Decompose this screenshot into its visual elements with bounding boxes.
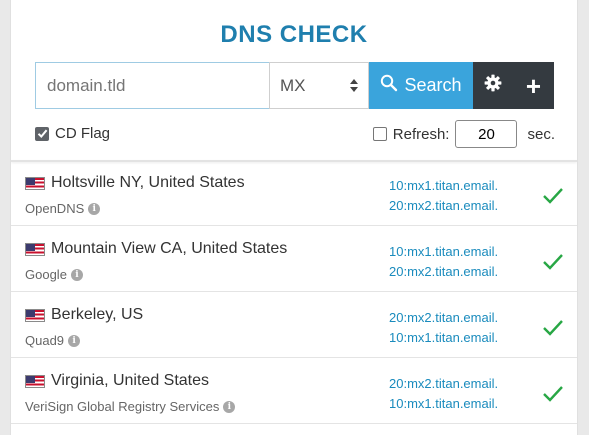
check-icon <box>542 319 564 341</box>
page-title: DNS CHECK <box>220 21 368 48</box>
result-provider: VeriSign Global Registry Services i <box>25 399 236 414</box>
refresh-option: Refresh: sec. <box>372 120 555 148</box>
settings-button[interactable] <box>473 62 513 109</box>
result-records: 20:mx2.titan.email. 10:mx1.titan.email. <box>389 308 498 348</box>
dns-check-panel: DNS CHECK MX Search <box>10 0 578 435</box>
record-value: 20:mx2.titan.email. <box>389 376 499 391</box>
cd-flag-option[interactable]: CD Flag <box>35 125 110 142</box>
info-icon[interactable]: i <box>223 400 236 413</box>
record-value: 20:mx2.titan.email. <box>389 310 499 325</box>
us-flag-icon <box>25 375 45 388</box>
gear-icon <box>484 74 502 97</box>
record-value: 10:mx1.titan.email. <box>389 330 499 345</box>
result-row: Berkeley, US Quad9 i 20:mx2.titan.email.… <box>11 292 577 358</box>
result-row: Holtsville NY, United States OpenDNS i 1… <box>11 160 577 226</box>
refresh-unit: sec. <box>527 125 555 143</box>
search-button[interactable]: Search <box>369 62 473 109</box>
result-records: 20:mx2.titan.email. 10:mx1.titan.email. <box>389 374 498 414</box>
record-type-select[interactable]: MX <box>269 62 369 109</box>
domain-input[interactable] <box>35 62 269 109</box>
result-provider: OpenDNS i <box>25 201 101 216</box>
result-provider: Quad9 i <box>25 333 81 348</box>
result-provider: Google i <box>25 267 83 282</box>
refresh-checkbox[interactable] <box>372 127 387 141</box>
search-button-label: Search <box>404 75 462 95</box>
cd-flag-checkbox[interactable] <box>35 126 49 141</box>
info-icon[interactable]: i <box>88 202 101 215</box>
check-icon <box>542 187 564 209</box>
result-records: 10:mx1.titan.email. 20:mx2.titan.email. <box>389 176 498 216</box>
provider-name: OpenDNS <box>25 201 85 216</box>
result-row: Virginia, United States VeriSign Global … <box>11 358 577 424</box>
provider-name: VeriSign Global Registry Services <box>25 399 220 414</box>
cd-flag-label: CD Flag <box>55 125 111 142</box>
result-location: Virginia, United States <box>51 372 210 389</box>
record-value: 10:mx1.titan.email. <box>389 178 499 193</box>
search-bar: MX Search <box>35 62 554 109</box>
options-row: CD Flag Refresh: sec. <box>35 120 555 148</box>
result-records: 10:mx1.titan.email. 20:mx2.titan.email. <box>389 242 498 282</box>
us-flag-icon <box>25 309 45 322</box>
record-value: 10:mx1.titan.email. <box>389 396 499 411</box>
info-icon[interactable]: i <box>68 334 81 347</box>
result-location: Berkeley, US <box>51 306 144 323</box>
record-type-value: MX <box>280 75 306 95</box>
us-flag-icon <box>25 243 45 256</box>
result-location: Mountain View CA, United States <box>51 240 288 257</box>
result-location: Holtsville NY, United States <box>51 174 245 191</box>
provider-name: Google <box>25 267 67 282</box>
results-list: Holtsville NY, United States OpenDNS i 1… <box>11 160 577 424</box>
record-value: 10:mx1.titan.email. <box>389 244 499 259</box>
check-icon <box>542 385 564 407</box>
select-arrows-icon <box>350 79 358 92</box>
us-flag-icon <box>25 177 45 190</box>
result-row: Mountain View CA, United States Google i… <box>11 226 577 292</box>
check-icon <box>542 253 564 275</box>
refresh-label: Refresh: <box>392 125 450 143</box>
search-icon <box>380 74 398 97</box>
record-value: 20:mx2.titan.email. <box>389 198 499 213</box>
refresh-interval-input[interactable] <box>455 120 518 148</box>
info-icon[interactable]: i <box>70 268 83 281</box>
provider-name: Quad9 <box>25 333 65 348</box>
record-value: 20:mx2.titan.email. <box>389 264 499 279</box>
add-button[interactable]: + <box>513 62 554 109</box>
